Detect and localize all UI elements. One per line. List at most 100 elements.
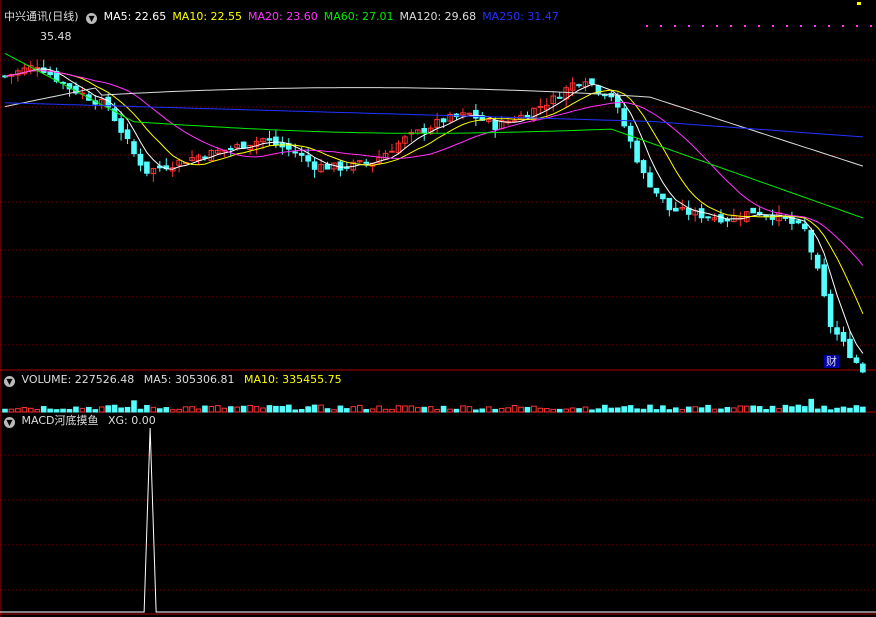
signal-dot	[646, 25, 648, 27]
volume-bar	[273, 405, 279, 413]
volume-bar	[660, 405, 666, 413]
volume-bar	[653, 409, 660, 413]
volume-bar	[253, 405, 260, 413]
volume-bar	[311, 404, 318, 413]
finance-badge[interactable]: 财	[824, 355, 839, 368]
volume-bar	[769, 405, 776, 413]
volume-bar	[131, 400, 137, 413]
volume-bar	[737, 405, 744, 413]
volume-bar	[666, 409, 673, 413]
candle-body	[705, 216, 711, 219]
volume-bar	[724, 406, 731, 413]
volume-ma10: MA10: 335455.75	[243, 373, 342, 386]
chevron-down-icon[interactable]: ▼	[86, 13, 98, 24]
volume-bar	[221, 407, 228, 413]
volume-bar	[286, 404, 292, 413]
ma-legend-item: MA120: 29.68	[399, 10, 477, 23]
ma-legend: MA5: 22.65 MA10: 22.55 MA20: 23.60 MA60: 27…	[104, 10, 565, 23]
volume-bar	[692, 406, 698, 413]
volume-bar	[518, 406, 524, 413]
candle-body	[827, 293, 834, 327]
volume-bar	[731, 407, 737, 413]
volume-bar	[182, 406, 189, 413]
volume-bar	[157, 408, 163, 413]
volume-bar	[298, 409, 305, 413]
volume-bar	[756, 406, 763, 413]
candle-body	[853, 357, 860, 363]
volume-bar	[195, 408, 202, 413]
candle-body	[537, 105, 544, 108]
volume-bar	[498, 407, 505, 413]
volume-bar	[21, 407, 28, 413]
signal-dot	[800, 25, 802, 27]
volume-bar	[447, 408, 453, 413]
volume-bar	[524, 406, 531, 413]
chevron-down-icon[interactable]: ▼	[4, 417, 15, 428]
signal-dot	[870, 25, 872, 27]
volume-bar	[421, 406, 428, 413]
volume-bar	[602, 404, 608, 413]
candle-body	[627, 125, 634, 142]
stock-title: 中兴通讯(日线)	[4, 10, 79, 23]
candle-body	[421, 127, 428, 134]
volume-bar	[537, 407, 544, 413]
volume-bar	[137, 408, 144, 413]
volume-bar	[550, 408, 557, 413]
volume-bar	[53, 409, 60, 413]
signal-dot	[828, 25, 830, 27]
volume-bar	[169, 409, 176, 413]
ma-legend-item: MA10: 22.55	[172, 10, 243, 23]
volume-value: VOLUME: 227526.48	[21, 373, 135, 386]
ma250-line	[4, 102, 863, 138]
volume-bar	[847, 407, 853, 413]
chevron-down-icon[interactable]: ▼	[4, 376, 15, 387]
signal-dot	[856, 25, 858, 27]
candle-body	[840, 331, 847, 342]
signal-dot	[758, 25, 760, 27]
macd-xg: XG: 0.00	[107, 414, 156, 427]
candle-body	[305, 155, 311, 162]
volume-bar	[705, 404, 711, 413]
candle-body	[144, 161, 150, 174]
macd-indicator	[0, 427, 876, 613]
volume-bar	[505, 407, 511, 413]
volume-bar	[466, 406, 473, 413]
volume-bar	[711, 408, 718, 413]
volume-bar	[402, 405, 408, 413]
candle-body	[524, 114, 531, 118]
volume-bar	[718, 408, 724, 413]
volume-bar	[531, 405, 537, 413]
candle-body	[311, 161, 318, 170]
candle-body	[273, 136, 279, 146]
volume-bar	[763, 409, 769, 413]
signal-dot	[702, 25, 704, 27]
volume-bar	[163, 407, 170, 413]
volume-bar	[415, 407, 421, 413]
volume-bar	[640, 408, 647, 413]
candle-body	[389, 150, 395, 153]
volume-bar	[427, 406, 434, 413]
candle-body	[131, 141, 137, 155]
ma-legend-item: MA5: 22.65	[103, 10, 167, 23]
volume-bar	[8, 408, 15, 413]
volume-bar	[511, 404, 518, 413]
candle-body	[440, 118, 447, 123]
volume-bar	[750, 405, 757, 413]
volume-bar	[627, 405, 634, 413]
volume-bar	[614, 407, 621, 413]
volume-bar	[840, 406, 847, 413]
moving-average-lines	[4, 52, 864, 354]
volume-bar	[808, 398, 815, 413]
volume-bar	[344, 408, 350, 413]
signal-dot	[660, 25, 662, 27]
candle-body	[750, 207, 757, 214]
high-price-label: 35.48	[40, 30, 72, 43]
volume-bar	[395, 405, 402, 413]
volume-bar	[492, 408, 498, 413]
ma20-line	[4, 69, 864, 266]
volume-bar	[266, 405, 273, 413]
volume-bar	[86, 406, 92, 413]
kline-chart	[0, 0, 876, 617]
signal-dot	[772, 25, 774, 27]
candle-body	[666, 197, 673, 211]
